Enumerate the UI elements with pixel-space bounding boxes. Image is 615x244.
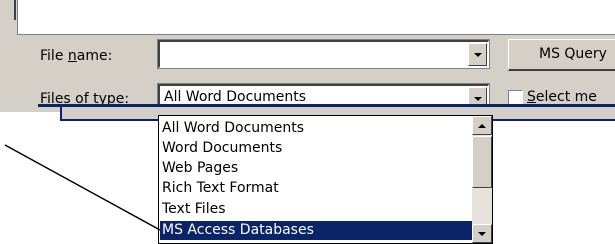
callout-line bbox=[4, 144, 161, 231]
